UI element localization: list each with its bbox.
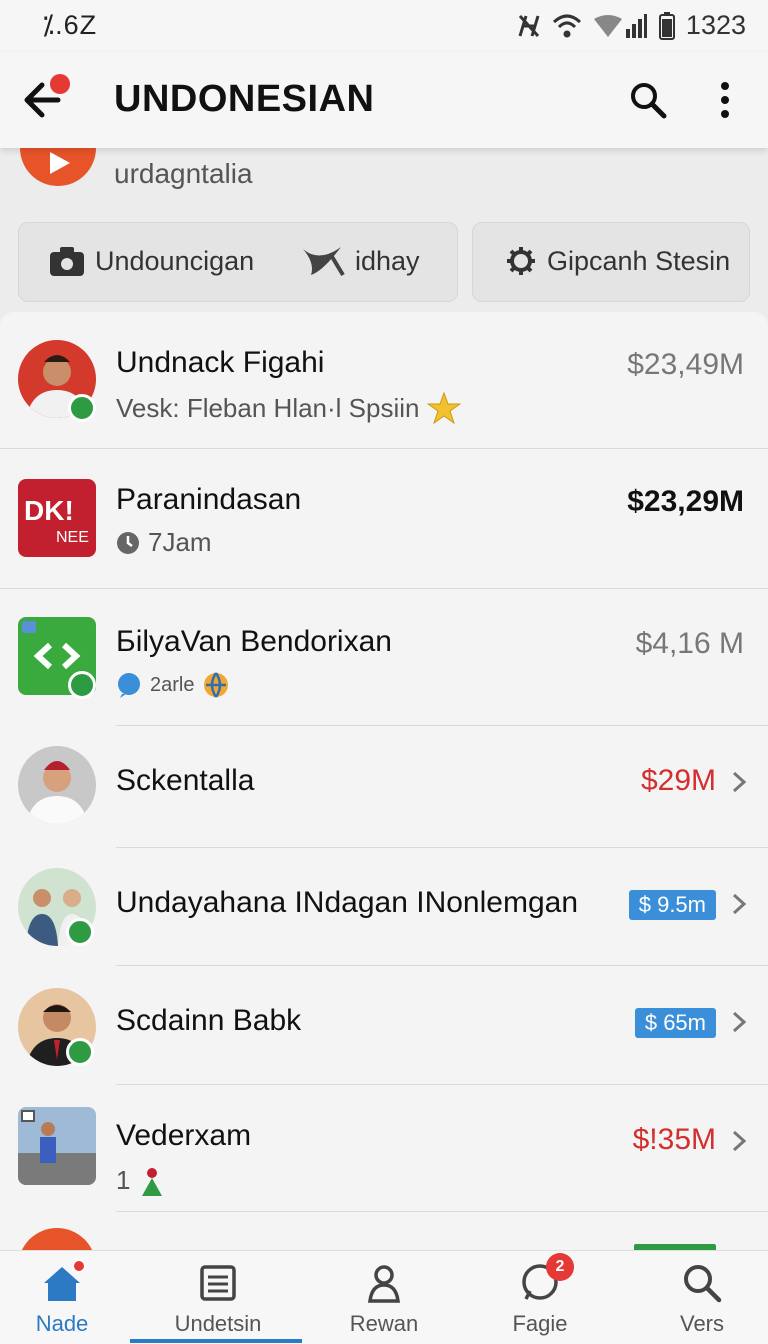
channel-header[interactable]: urdagntalia [0, 148, 768, 218]
wifi-icon [552, 14, 581, 37]
search-icon [684, 1265, 722, 1303]
search-button[interactable] [628, 80, 668, 120]
item-subtitle: Vesk: Fleban Hlan·l Spsiin [116, 392, 420, 423]
list-item[interactable]: DK! NEE Paranindasan 7Jam $23,29M [0, 449, 768, 589]
app-bar: UNDONESIAN [0, 52, 768, 148]
chevron-right-icon [732, 771, 747, 793]
action-card-right[interactable]: Gipcanh Stesin [472, 222, 750, 302]
person-photo-icon [26, 761, 88, 824]
back-button[interactable] [22, 74, 74, 122]
nav-home[interactable]: Nade [0, 1259, 137, 1337]
figure-icon [142, 1167, 163, 1196]
list-item[interactable]: БilyaVan Bendorixan 2arle $4,16 M [0, 589, 768, 726]
nav-messages[interactable]: 2 Fagie [465, 1253, 615, 1337]
swoosh-icon [303, 247, 345, 277]
signal-icon [593, 13, 647, 38]
chevron-right-icon [732, 1011, 747, 1033]
list-item[interactable]: Scdainn Babk $ 65m [0, 966, 768, 1085]
more-vert-icon [721, 82, 729, 118]
avatar [18, 1228, 96, 1252]
chevron-right-icon [732, 893, 747, 915]
status-bar: ⁒.6Z 1323 [0, 0, 768, 52]
play-icon [50, 152, 70, 174]
page-title: UNDONESIAN [114, 78, 375, 120]
person-icon [368, 1265, 400, 1303]
item-title: Undnack Figahi [116, 346, 325, 379]
message-badge [66, 918, 94, 946]
item-amount: $23,29M [627, 485, 744, 518]
list-item[interactable]: Undnack Figahi Vesk: Fleban Hlan·l Spsii… [0, 312, 768, 449]
item-amount-badge: $ 9.5m [628, 890, 716, 920]
action-share-label: idhay [355, 245, 420, 276]
item-title: Undayahana INdagan INonlemgan [116, 886, 578, 919]
document-icon [200, 1265, 236, 1301]
messages-count-badge: 2 [546, 1253, 574, 1281]
brand-logo: DK! NEE [18, 479, 96, 557]
item-amount: $29M [640, 764, 716, 797]
action-settings-label: Gipcanh Stesin [547, 245, 731, 276]
chevron-right-icon [732, 1130, 747, 1152]
item-amount-badge: $ 65m [634, 1008, 716, 1038]
status-left-text: ⁒.6Z [42, 10, 98, 40]
item-amount: $4,16 M [635, 627, 744, 660]
item-amount: $23,49M [627, 348, 744, 381]
battery-icon [658, 11, 675, 40]
item-title: БilyaVan Bendorixan [116, 625, 392, 658]
person-photo-icon [18, 1110, 96, 1185]
star-icon [427, 392, 462, 424]
nfc-icon [518, 14, 540, 37]
nav-search[interactable]: Vers [627, 1261, 768, 1337]
list-item-partial[interactable] [0, 1212, 768, 1252]
photo-thumbnail [18, 1107, 96, 1185]
action-camera[interactable]: Undouncigan [49, 245, 254, 277]
item-title: Vederxam [116, 1119, 252, 1152]
item-subtitle: 7Jam [148, 527, 212, 557]
active-tab-indicator [130, 1339, 302, 1343]
bottom-navigation: Nade Undetsin Rewan 2 Fagie Vers [0, 1250, 768, 1344]
creator-list: Undnack Figahi Vesk: Fleban Hlan·l Spsii… [0, 312, 768, 1252]
settings-gear-icon [507, 247, 535, 275]
channel-name: urdagntalia [114, 158, 253, 189]
item-amount: $!35M [632, 1123, 716, 1156]
chat-bubble-icon [118, 673, 140, 698]
camera-icon [50, 247, 84, 276]
item-title: Paranindasan [116, 483, 302, 516]
item-subtitle: 1 [116, 1165, 131, 1195]
item-title: Sckentalla [116, 764, 255, 797]
status-time: 1323 [685, 10, 746, 40]
item-title: Scdainn Babk [116, 1004, 302, 1037]
channel-logo [20, 148, 96, 186]
message-badge [66, 1038, 94, 1066]
message-badge [68, 671, 96, 699]
action-card-left: Undouncigan idhay [18, 222, 458, 302]
clock-icon [117, 531, 139, 554]
verified-badge [68, 394, 96, 422]
avatar [18, 746, 96, 824]
nav-documents[interactable]: Undetsin [143, 1261, 293, 1337]
list-item[interactable]: Sckentalla $29M [0, 726, 768, 848]
action-camera-label: Undouncigan [95, 245, 255, 276]
notification-dot [50, 74, 70, 94]
item-subtitle: 2arle [150, 673, 195, 696]
nav-profile[interactable]: Rewan [309, 1261, 459, 1337]
action-share[interactable]: idhay [301, 245, 420, 277]
search-icon [631, 83, 667, 119]
globe-icon [204, 672, 229, 698]
list-item[interactable]: Undayahana INdagan INonlemgan $ 9.5m [0, 848, 768, 966]
more-options-button[interactable] [710, 80, 740, 120]
notification-dot [72, 1259, 86, 1273]
list-item[interactable]: Vederxam 1 $!35M [0, 1085, 768, 1212]
